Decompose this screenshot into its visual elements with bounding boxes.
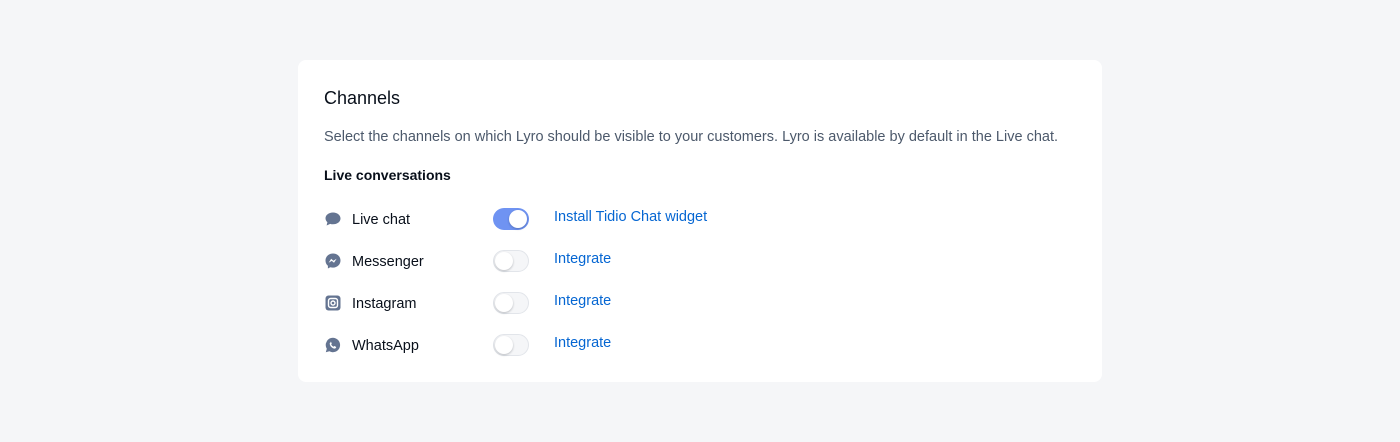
live-chat-toggle[interactable] xyxy=(493,208,529,230)
channel-live-chat: Live chat xyxy=(324,210,493,228)
toggle-knob xyxy=(495,336,513,354)
whatsapp-integrate-link[interactable]: Integrate xyxy=(554,335,611,351)
instagram-toggle[interactable] xyxy=(493,292,529,314)
channel-whatsapp: WhatsApp xyxy=(324,336,493,354)
messenger-icon xyxy=(324,252,342,270)
channel-list: Live chat Install Tidio Chat widget Mess… xyxy=(324,198,1076,366)
messenger-integrate-link[interactable]: Integrate xyxy=(554,251,611,267)
channel-label: WhatsApp xyxy=(352,338,419,354)
section-heading: Live conversations xyxy=(324,167,451,183)
instagram-icon xyxy=(324,294,342,312)
whatsapp-toggle[interactable] xyxy=(493,334,529,356)
install-widget-link[interactable]: Install Tidio Chat widget xyxy=(554,209,707,225)
channel-instagram: Instagram xyxy=(324,294,493,312)
channel-label: Live chat xyxy=(352,212,411,228)
channel-row-messenger: Messenger Integrate xyxy=(324,240,1076,282)
channels-card: Channels Select the channels on which Ly… xyxy=(298,60,1102,382)
channel-label: Messenger xyxy=(352,254,424,270)
toggle-knob xyxy=(495,294,513,312)
channel-label: Instagram xyxy=(352,296,417,312)
channel-row-whatsapp: WhatsApp Integrate xyxy=(324,324,1076,366)
whatsapp-icon xyxy=(324,336,342,354)
channel-row-instagram: Instagram Integrate xyxy=(324,282,1076,324)
channel-messenger: Messenger xyxy=(324,252,493,270)
toggle-knob xyxy=(495,252,513,270)
toggle-knob xyxy=(509,210,527,228)
chat-bubble-icon xyxy=(324,210,342,228)
card-description: Select the channels on which Lyro should… xyxy=(324,129,1058,145)
card-title: Channels xyxy=(324,88,401,108)
instagram-integrate-link[interactable]: Integrate xyxy=(554,293,611,309)
messenger-toggle[interactable] xyxy=(493,250,529,272)
channel-row-live-chat: Live chat Install Tidio Chat widget xyxy=(324,198,1076,240)
